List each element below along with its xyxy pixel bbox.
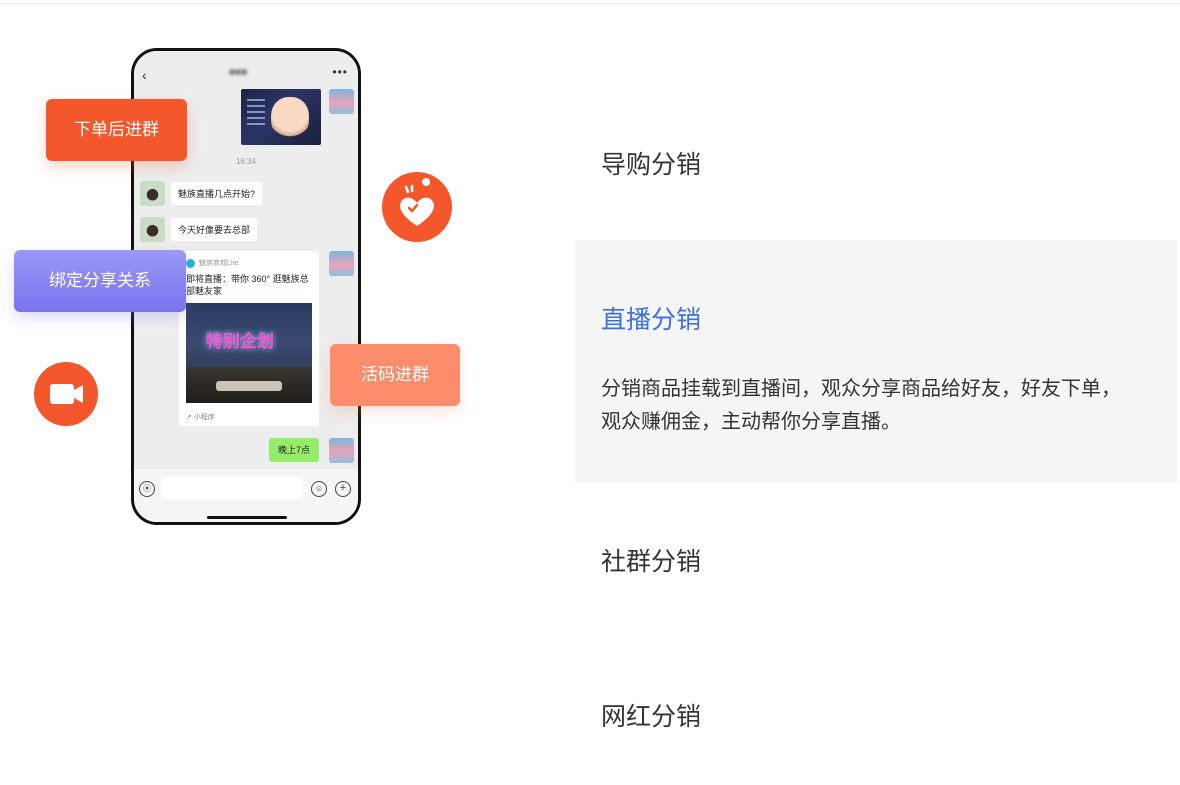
video-camera-icon xyxy=(34,362,98,426)
menu-item-title: 导购分销 xyxy=(601,150,702,179)
menu-item-community-distribution[interactable]: 社群分销 xyxy=(575,520,1177,600)
chat-title: ■■■ xyxy=(229,67,248,78)
avatar xyxy=(140,181,165,206)
heart-icon xyxy=(382,172,452,242)
menu-item-title: 社群分销 xyxy=(601,547,702,576)
menu-item-description: 分销商品挂载到直播间，观众分享商品给好友，好友下单，观众赚佣金，主动帮你分享直播… xyxy=(601,376,1121,433)
mini-program-label: ↗ 小程序 xyxy=(186,414,215,421)
card-text: 即将直播：带你 360° 逛魅族总部魅友家 xyxy=(186,274,309,296)
menu-item-influencer-distribution[interactable]: 网红分销 xyxy=(575,675,1177,755)
back-icon: ‹ xyxy=(142,67,147,83)
emoji-icon: ☺ xyxy=(311,481,327,497)
menu-item-title: 网红分销 xyxy=(601,702,702,731)
voice-icon: ⦿ xyxy=(139,481,155,497)
card-source: 魅族商城Lite xyxy=(199,260,239,267)
home-indicator xyxy=(207,516,287,519)
chat-message: 魅族直播几点开始? xyxy=(171,182,263,205)
tag-order-join-group: 下单后进群 xyxy=(46,99,187,161)
more-dots-icon: ••• xyxy=(332,65,348,79)
chat-header: ‹ ■■■ ••• xyxy=(134,51,358,93)
tag-live-code-group: 活码进群 xyxy=(330,344,460,406)
avatar xyxy=(329,89,354,114)
tag-bind-share: 绑定分享关系 xyxy=(14,250,186,312)
top-divider xyxy=(0,3,1180,4)
chat-photo xyxy=(241,89,321,145)
menu-item-title-active: 直播分销 xyxy=(601,305,702,334)
card-sign: 特别企划 xyxy=(206,332,274,351)
plus-icon: + xyxy=(335,481,351,497)
mini-program-source-icon xyxy=(186,259,195,268)
avatar xyxy=(329,251,354,276)
avatar xyxy=(140,217,165,242)
menu-item-guide-distribution[interactable]: 导购分销 xyxy=(575,120,1177,200)
card-image: 特别企划 xyxy=(186,303,312,403)
avatar xyxy=(329,438,354,463)
mini-program-card: 魅族商城Lite 即将直播：带你 360° 逛魅族总部魅友家 特别企划 ↗ 小程… xyxy=(179,251,319,426)
chat-message-self: 晚上7点 xyxy=(269,438,319,462)
chat-message: 今天好像要去总部 xyxy=(171,218,258,241)
menu-item-live-distribution[interactable]: 直播分销 分销商品挂载到直播间，观众分享商品给好友，好友下单，观众赚佣金，主动帮… xyxy=(575,240,1177,482)
chat-input xyxy=(161,477,303,499)
